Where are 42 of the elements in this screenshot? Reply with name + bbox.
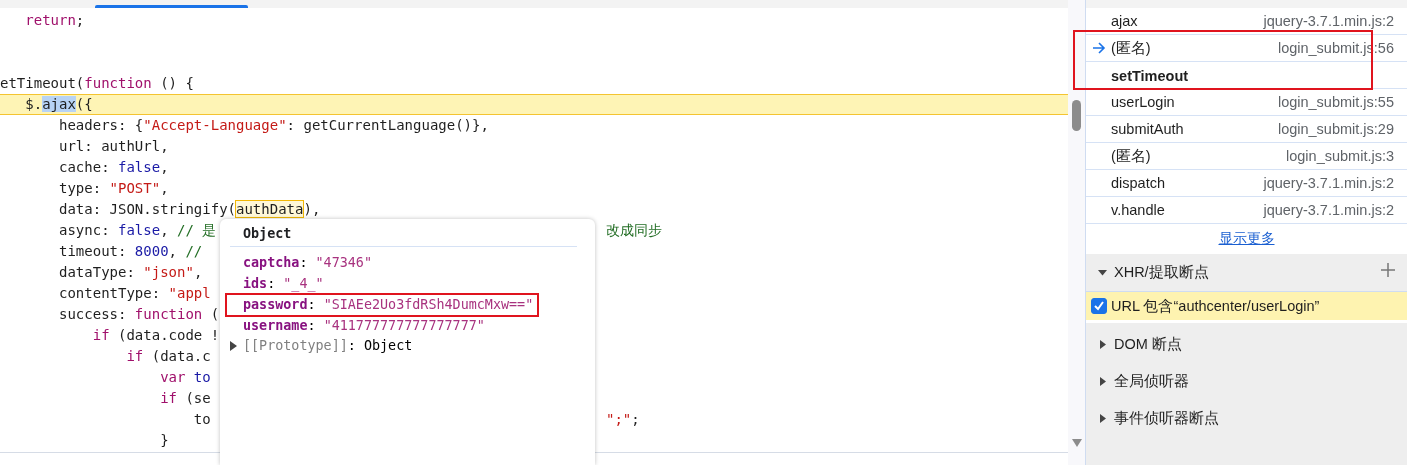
stack-frame[interactable]: dispatch jquery-3.7.1.min.js:2: [1086, 170, 1407, 197]
property-text: password: "SIAEe2Uo3fdRSh4DumcMxw==": [243, 297, 534, 312]
code-text: var to: [160, 369, 211, 385]
code-text: if (data.code !: [92, 327, 220, 343]
code-text: if (data.c: [126, 348, 211, 364]
code-text: to: [193, 411, 211, 427]
show-more-link[interactable]: 显示更多: [1218, 230, 1275, 248]
breakpoint-row[interactable]: URL 包含“authcenter/userLogin”: [1086, 292, 1407, 323]
code-text: cache: false,: [59, 159, 169, 175]
scroll-down-icon[interactable]: [1071, 439, 1082, 447]
code-text: success: function (: [59, 306, 220, 322]
stack-frame[interactable]: (匿名) login_submit.js:3: [1086, 143, 1407, 170]
section-header[interactable]: 事件侦听器断点: [1086, 400, 1407, 437]
checkbox[interactable]: [1091, 298, 1107, 314]
code-text: contentType: "appl: [59, 285, 211, 301]
stack-frame[interactable]: ajax jquery-3.7.1.min.js:2: [1086, 8, 1407, 35]
code-text: type: "POST",: [59, 180, 169, 196]
code-text: $.ajax({: [25, 96, 93, 112]
popover-title: Object: [230, 226, 577, 247]
code-text: ";";: [606, 410, 640, 429]
code-text: async: false, // 是: [59, 222, 217, 238]
code-text: 改成同步: [606, 221, 662, 240]
code-text: timeout: 8000, //: [59, 243, 203, 259]
property-text: username: "411777777777777777": [243, 318, 485, 333]
scrollbar-thumb[interactable]: [1072, 100, 1081, 131]
property-text: captcha: "47346": [243, 255, 372, 270]
expand-triangle-icon[interactable]: [228, 341, 238, 351]
code-text: headers: {"Accept-Language": getCurrentLanguage()},: [59, 117, 489, 133]
code-text: return;: [25, 12, 85, 28]
code-text: dataType: "json",: [59, 264, 203, 280]
stack-frame[interactable]: submitAuth login_submit.js:29: [1086, 116, 1407, 143]
code-text: }: [160, 432, 169, 448]
section-header[interactable]: 全局侦听器: [1086, 363, 1407, 400]
code-text: etTimeout(function () {: [0, 75, 194, 91]
section-header[interactable]: DOM 断点: [1086, 326, 1407, 363]
code-text: if (se: [160, 390, 211, 406]
prototype-text: [[Prototype]]: Object: [243, 337, 413, 355]
scrollbar[interactable]: [1068, 0, 1085, 465]
code-text: url: authUrl,: [59, 138, 169, 154]
plus-icon[interactable]: [1381, 262, 1395, 277]
property-text: ids: "_4_": [243, 276, 324, 291]
stack-frame[interactable]: userLogin login_submit.js:55: [1086, 89, 1407, 116]
